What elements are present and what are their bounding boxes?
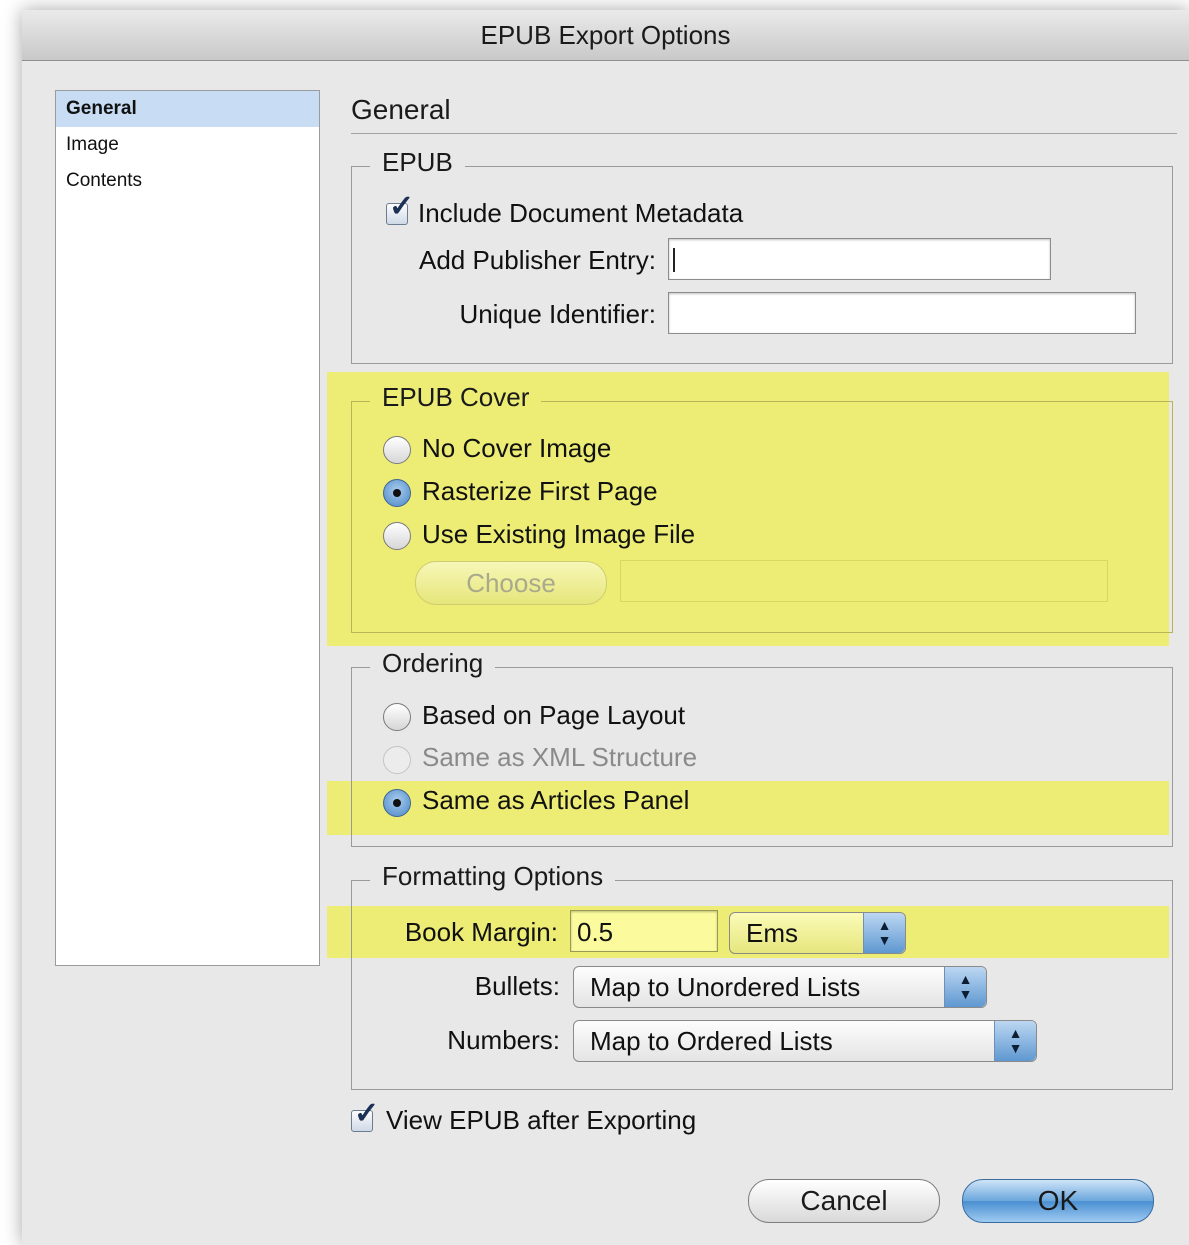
margin-unit-select[interactable]: Ems ▲ ▼ [729,912,906,954]
bullets-label: Bullets: [474,971,560,1001]
numbers-label: Numbers: [447,1025,560,1055]
text-cursor [673,248,675,272]
articles-panel-label: Same as Articles Panel [422,785,690,815]
xml-structure-label: Same as XML Structure [422,742,698,772]
sidebar-item-contents[interactable]: Contents [56,163,319,199]
radio-articles-panel[interactable] [383,789,411,817]
radio-no-cover[interactable] [383,436,411,464]
ordering-group-label: Ordering [370,648,496,679]
checkmark-icon: ✓ [389,190,415,223]
existing-image-label: Use Existing Image File [422,519,696,549]
radio-xml-structure [383,746,411,774]
checkmark-icon: ✓ [354,1097,380,1130]
category-list: General Image Contents [55,90,320,966]
radio-page-layout[interactable] [383,703,411,731]
book-margin-field[interactable]: 0.5 [570,910,718,952]
no-cover-label: No Cover Image [422,433,612,463]
radio-existing-image[interactable] [383,522,411,550]
book-margin-label: Book Margin: [404,917,558,947]
formatting-group-label: Formatting Options [370,861,616,892]
epub-group-label: EPUB [370,147,465,178]
publisher-label: Add Publisher Entry: [418,245,656,275]
sidebar-item-image[interactable]: Image [56,127,319,163]
include-metadata-checkbox[interactable]: ✓ [386,192,414,225]
radio-rasterize[interactable] [383,479,411,507]
stepper-arrows-icon: ▲ ▼ [944,967,986,1007]
view-after-export-label: View EPUB after Exporting [386,1105,697,1135]
cancel-button[interactable]: Cancel [748,1179,940,1223]
choose-button[interactable]: Choose [415,561,607,605]
cover-group-label: EPUB Cover [370,382,542,413]
cover-file-field[interactable] [620,560,1108,602]
section-divider [351,133,1177,134]
stepper-arrows-icon: ▲ ▼ [863,913,905,953]
bullets-select[interactable]: Map to Unordered Lists ▲ ▼ [573,966,987,1008]
ok-button[interactable]: OK [962,1179,1154,1223]
epub-export-dialog: EPUB Export Options General Image Conten… [22,10,1189,1245]
numbers-select[interactable]: Map to Ordered Lists ▲ ▼ [573,1020,1037,1062]
identifier-label: Unique Identifier: [459,299,656,329]
section-title: General [351,94,451,125]
sidebar-item-general[interactable]: General [56,91,319,127]
page-layout-label: Based on Page Layout [422,700,686,730]
rasterize-label: Rasterize First Page [422,476,658,506]
publisher-field[interactable] [668,238,1051,280]
window-title: EPUB Export Options [22,10,1189,61]
identifier-field[interactable] [668,292,1136,334]
include-metadata-label: Include Document Metadata [418,198,744,228]
view-after-export-checkbox[interactable]: ✓ [351,1099,379,1132]
stepper-arrows-icon: ▲ ▼ [994,1021,1036,1061]
